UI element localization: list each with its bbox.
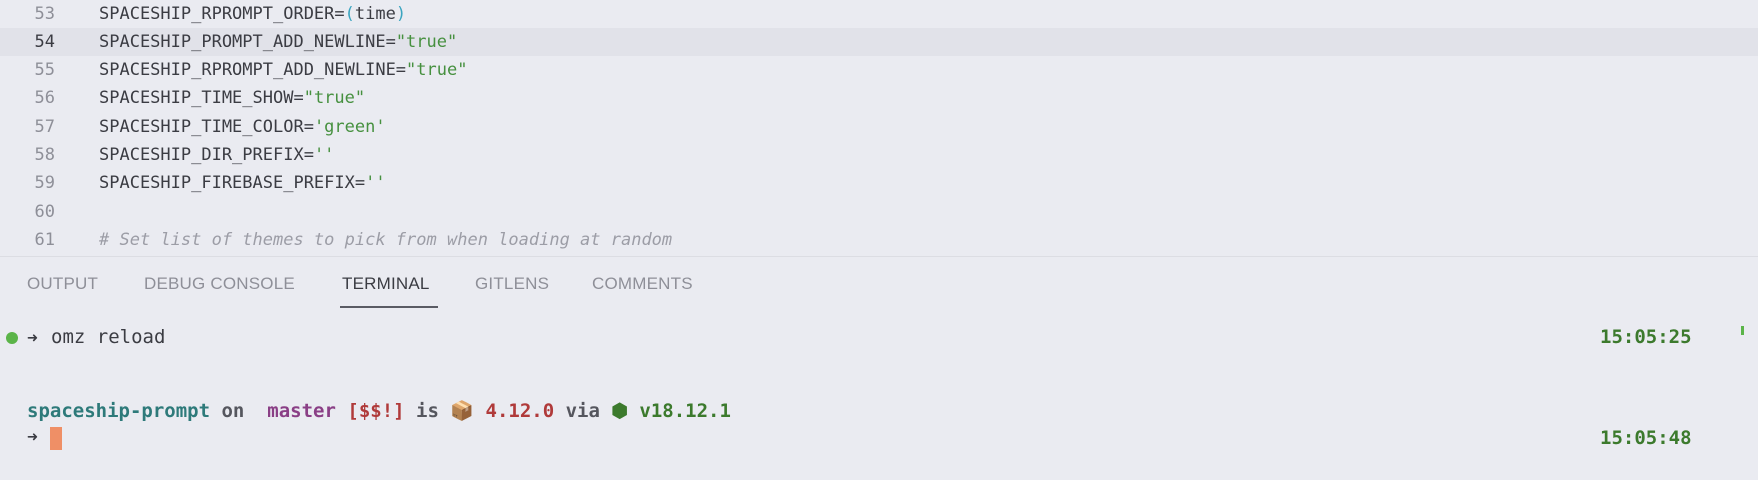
paren-close: ) xyxy=(395,4,407,24)
prompt-is: is xyxy=(416,400,439,422)
code-text[interactable]: SPACESHIP_TIME_SHOW="true" xyxy=(99,84,365,112)
line-number: 59 xyxy=(34,173,55,193)
right-prompt-time: 15:05:48 xyxy=(1600,427,1692,449)
code-value: time xyxy=(354,4,396,24)
code-line-current[interactable]: 54 SPACESHIP_PROMPT_ADD_NEWLINE="true" xyxy=(0,28,1758,56)
code-key: SPACESHIP_RPROMPT_ORDER= xyxy=(99,4,345,24)
tab-output[interactable]: OUTPUT xyxy=(27,274,98,294)
tab-terminal[interactable]: TERMINAL xyxy=(342,274,430,294)
scrollbar-marker[interactable] xyxy=(1741,326,1744,335)
line-number: 54 xyxy=(34,32,55,52)
code-key: SPACESHIP_FIREBASE_PREFIX= xyxy=(99,173,366,193)
right-prompt-time: 15:05:25 xyxy=(1600,326,1692,348)
tab-gitlens[interactable]: GITLENS xyxy=(475,274,549,294)
code-key: SPACESHIP_PROMPT_ADD_NEWLINE= xyxy=(99,32,396,52)
spaceship-prompt-line: spaceship-prompt on master [$$!] is 📦 4.… xyxy=(27,399,731,422)
prompt-via: via xyxy=(565,400,600,422)
package-icon: 📦 xyxy=(450,400,475,422)
line-number: 56 xyxy=(34,88,55,108)
node-icon: ⬢ xyxy=(611,400,628,422)
code-text[interactable]: SPACESHIP_TIME_COLOR='green' xyxy=(99,113,386,141)
code-key: SPACESHIP_TIME_SHOW= xyxy=(99,88,304,108)
code-key: SPACESHIP_TIME_COLOR= xyxy=(99,117,314,137)
prompt-arrow-icon: ➜ xyxy=(27,328,38,349)
prompt-arrow-icon: ➜ xyxy=(27,427,38,448)
tab-debug-console[interactable]: DEBUG CONSOLE xyxy=(144,274,295,294)
terminal-cursor xyxy=(50,427,62,450)
line-number: 57 xyxy=(34,117,55,137)
code-line-empty[interactable]: 60 xyxy=(0,198,1758,226)
line-number: 58 xyxy=(34,145,55,165)
panel-tabs: OUTPUT DEBUG CONSOLE TERMINAL GITLENS CO… xyxy=(0,257,1758,309)
code-line[interactable]: 53 SPACESHIP_RPROMPT_ORDER=(time) xyxy=(0,0,1758,28)
code-editor[interactable]: 53 SPACESHIP_RPROMPT_ORDER=(time) 54 SPA… xyxy=(0,0,1758,256)
code-line[interactable]: 57 SPACESHIP_TIME_COLOR='green' xyxy=(0,113,1758,141)
code-string: 'green' xyxy=(313,117,386,137)
code-text[interactable]: SPACESHIP_RPROMPT_ADD_NEWLINE="true" xyxy=(99,56,467,84)
command-success-dot-icon[interactable] xyxy=(6,332,18,344)
code-line[interactable]: 58 SPACESHIP_DIR_PREFIX='' xyxy=(0,141,1758,169)
code-line[interactable]: 55 SPACESHIP_RPROMPT_ADD_NEWLINE="true" xyxy=(0,56,1758,84)
prompt-branch: master xyxy=(267,400,336,422)
code-text[interactable]: SPACESHIP_RPROMPT_ORDER=(time) xyxy=(99,0,406,28)
line-number: 55 xyxy=(34,60,55,80)
code-text[interactable]: SPACESHIP_DIR_PREFIX='' xyxy=(99,141,334,169)
code-line[interactable]: 56 SPACESHIP_TIME_SHOW="true" xyxy=(0,84,1758,112)
active-tab-indicator xyxy=(340,306,438,308)
line-number: 53 xyxy=(34,4,55,24)
prompt-node-version: v18.12.1 xyxy=(639,400,731,422)
line-number: 60 xyxy=(34,202,55,222)
prompt-git-status: [$$!] xyxy=(347,400,405,422)
code-string: '' xyxy=(365,173,386,193)
prompt-on: on xyxy=(221,400,245,422)
code-text[interactable]: SPACESHIP_FIREBASE_PREFIX='' xyxy=(99,169,386,197)
code-text[interactable]: SPACESHIP_PROMPT_ADD_NEWLINE="true" xyxy=(99,28,457,56)
code-key: SPACESHIP_DIR_PREFIX= xyxy=(99,145,314,165)
tab-comments[interactable]: COMMENTS xyxy=(592,274,693,294)
code-comment[interactable]: # Set list of themes to pick from when l… xyxy=(99,226,672,254)
paren-open: ( xyxy=(344,4,355,24)
prompt-package-version: 4.12.0 xyxy=(485,400,555,422)
code-string: "true" xyxy=(303,88,366,108)
code-line[interactable]: 59 SPACESHIP_FIREBASE_PREFIX='' xyxy=(0,169,1758,197)
terminal[interactable]: ➜ omz reload 15:05:25 spaceship-prompt o… xyxy=(0,309,1758,480)
code-string: "true" xyxy=(395,32,458,52)
code-string: '' xyxy=(313,145,335,165)
line-number: 61 xyxy=(34,230,55,250)
code-key: SPACESHIP_RPROMPT_ADD_NEWLINE= xyxy=(99,60,407,80)
prompt-directory: spaceship-prompt xyxy=(27,400,211,422)
code-string: "true" xyxy=(406,60,468,80)
code-line[interactable]: 61 # Set list of themes to pick from whe… xyxy=(0,226,1758,254)
terminal-command: omz reload xyxy=(51,326,166,348)
